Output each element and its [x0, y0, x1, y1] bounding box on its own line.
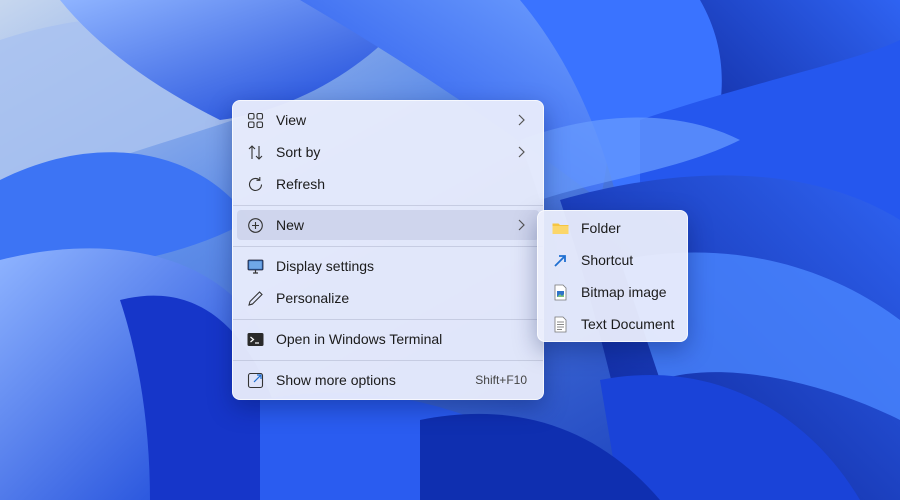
submenu-item-folder[interactable]: Folder — [542, 213, 683, 243]
chevron-right-icon — [518, 146, 525, 158]
new-icon — [248, 218, 263, 233]
chevron-right-icon — [518, 114, 525, 126]
menu-separator — [233, 319, 543, 320]
menu-item-label: Sort by — [276, 144, 321, 160]
new-submenu: Folder Shortcut Bitmap image Text Docume… — [537, 210, 688, 342]
terminal-icon — [247, 333, 264, 346]
menu-item-show-more-options[interactable]: Show more options Shift+F10 — [237, 365, 539, 395]
menu-item-label: Refresh — [276, 176, 326, 192]
menu-item-new[interactable]: New — [237, 210, 539, 240]
keyboard-shortcut: Shift+F10 — [475, 373, 527, 387]
submenu-item-label: Folder — [581, 220, 621, 236]
chevron-right-icon — [518, 219, 525, 231]
sort-icon — [248, 145, 263, 160]
submenu-item-label: Shortcut — [581, 252, 634, 268]
menu-item-label: Personalize — [276, 290, 350, 306]
menu-item-open-terminal[interactable]: Open in Windows Terminal — [237, 324, 539, 354]
submenu-item-bitmap-image[interactable]: Bitmap image — [542, 277, 683, 307]
menu-item-personalize[interactable]: Personalize — [237, 283, 539, 313]
bitmap-image-icon — [554, 284, 567, 301]
show-more-icon — [247, 372, 264, 389]
menu-item-view[interactable]: View — [237, 105, 539, 135]
personalize-icon — [248, 291, 263, 306]
menu-separator — [233, 246, 543, 247]
menu-item-label: Show more options — [276, 372, 396, 388]
menu-item-label: New — [276, 217, 305, 233]
folder-icon — [552, 223, 569, 234]
text-document-icon — [554, 316, 567, 333]
menu-item-display-settings[interactable]: Display settings — [237, 251, 539, 281]
shortcut-icon — [554, 255, 566, 267]
menu-item-label: Open in Windows Terminal — [276, 331, 443, 347]
submenu-item-text-document[interactable]: Text Document — [542, 309, 683, 339]
display-settings-icon — [247, 259, 264, 274]
submenu-item-shortcut[interactable]: Shortcut — [542, 245, 683, 275]
desktop-context-menu: View Sort by Refresh New Display setting… — [232, 100, 544, 400]
menu-item-label: Display settings — [276, 258, 375, 274]
menu-item-label: View — [276, 112, 307, 128]
menu-item-refresh[interactable]: Refresh — [237, 169, 539, 199]
submenu-item-label: Text Document — [581, 316, 675, 332]
menu-separator — [233, 205, 543, 206]
menu-separator — [233, 360, 543, 361]
menu-item-sort-by[interactable]: Sort by — [237, 137, 539, 167]
refresh-icon — [248, 177, 263, 191]
submenu-item-label: Bitmap image — [581, 284, 667, 300]
view-icon — [247, 112, 264, 129]
